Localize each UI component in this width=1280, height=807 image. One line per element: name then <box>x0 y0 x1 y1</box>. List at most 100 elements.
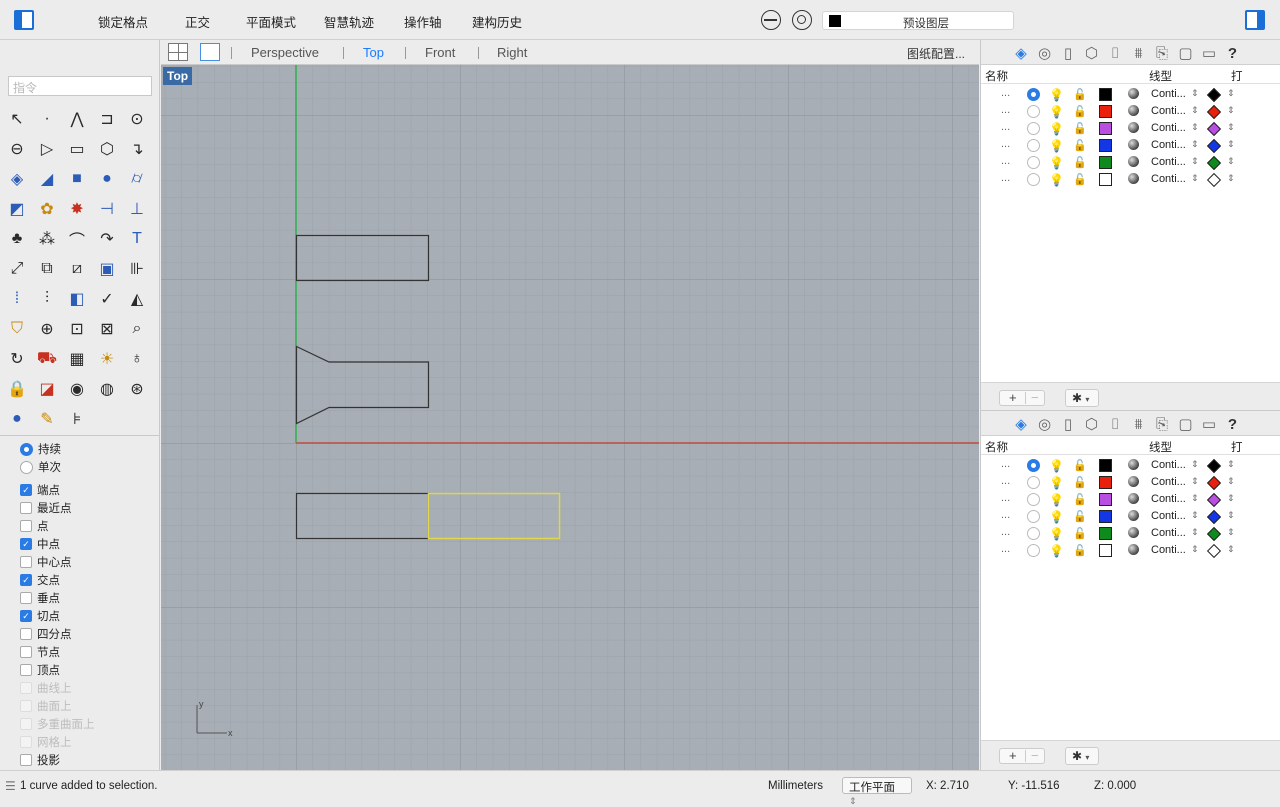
current-layer-radio[interactable] <box>1027 139 1040 152</box>
materials-icon[interactable]: ◎ <box>1035 414 1055 434</box>
chevron-updown-icon[interactable]: ⇕ <box>1227 156 1235 167</box>
camera-icon[interactable]: ⌷ <box>1105 43 1125 63</box>
visibility-bulb-icon[interactable]: 💡 <box>1049 88 1064 102</box>
pencil-tool-icon[interactable]: ✎ <box>34 406 60 432</box>
layer-name[interactable]: ... <box>1001 475 1010 487</box>
add-layer-icon[interactable]: + <box>1009 749 1017 762</box>
layer-row[interactable]: ... 💡 🔓 Conti... ⇕ ⇕ <box>981 458 1280 475</box>
current-layer-radio[interactable] <box>1027 156 1040 169</box>
light-tool-icon[interactable]: ☀ <box>94 346 120 372</box>
lock-icon[interactable]: 🔓 <box>1073 139 1087 152</box>
help-icon[interactable]: ? <box>1223 43 1243 63</box>
layer-row[interactable]: ... 💡 🔓 Conti... ⇕ ⇕ <box>981 138 1280 155</box>
car-icon[interactable]: ⛟ <box>34 346 60 372</box>
layer-row[interactable]: ... 💡 🔓 Conti... ⇕ ⇕ <box>981 104 1280 121</box>
print-color-swatch[interactable] <box>1206 87 1222 103</box>
sphere-tool-icon[interactable]: ● <box>94 166 120 192</box>
cap-tool-icon[interactable]: ◭ <box>124 286 150 312</box>
chevron-updown-icon[interactable]: ⇕ <box>1191 476 1199 487</box>
chevron-updown-icon[interactable]: ⇕ <box>1227 493 1235 504</box>
visibility-bulb-icon[interactable]: 💡 <box>1049 527 1064 541</box>
layer-color-swatch[interactable] <box>1099 88 1112 101</box>
materials-icon[interactable]: ◎ <box>1035 43 1055 63</box>
add-remove-layer-button[interactable]: + − <box>999 390 1045 406</box>
polygon-tool-icon[interactable]: ▷ <box>34 136 60 162</box>
osnap-mode-once[interactable]: 单次 <box>20 458 150 476</box>
add-remove-layer-button[interactable]: + − <box>999 748 1045 764</box>
layer-row[interactable]: ... 💡 🔓 Conti... ⇕ ⇕ <box>981 543 1280 560</box>
layer-linetype[interactable]: Conti... <box>1151 459 1186 471</box>
layer-row[interactable]: ... 💡 🔓 Conti... ⇕ ⇕ <box>981 492 1280 509</box>
render-tool-icon[interactable]: ⛉ <box>4 316 30 342</box>
chevron-updown-icon[interactable]: ⇕ <box>1227 173 1235 184</box>
mode-grid-snap[interactable]: 锁定格点 <box>98 12 148 31</box>
print-color-swatch[interactable] <box>1206 543 1222 559</box>
notes-icon[interactable]: ⎘ <box>1152 43 1172 63</box>
material-icon[interactable] <box>1128 122 1139 133</box>
help-icon[interactable]: ? <box>1223 414 1243 434</box>
osnap-icon[interactable] <box>761 10 781 30</box>
fillet-tool-icon[interactable]: ↴ <box>124 136 150 162</box>
analyze-tool-icon[interactable]: ◧ <box>64 286 90 312</box>
layer-linetype[interactable]: Conti... <box>1151 493 1186 505</box>
layer-linetype[interactable]: Conti... <box>1151 139 1186 151</box>
chevron-updown-icon[interactable]: ⇕ <box>1191 510 1199 521</box>
trim-tool-icon[interactable]: ⊥ <box>124 196 150 222</box>
column-header-print[interactable]: 打 <box>1231 68 1243 84</box>
column-header-name[interactable]: 名称 <box>985 439 1008 455</box>
chevron-updown-icon[interactable]: ⇕ <box>1191 88 1199 99</box>
current-layer-radio[interactable] <box>1027 122 1040 135</box>
chevron-updown-icon[interactable]: ⇕ <box>1227 122 1235 133</box>
chevron-updown-icon[interactable]: ⇕ <box>1191 544 1199 555</box>
layer-row[interactable]: ... 💡 🔓 Conti... ⇕ ⇕ <box>981 121 1280 138</box>
circle-tool-icon[interactable]: ⊙ <box>124 106 150 132</box>
shaded-sphere-icon[interactable]: ◍ <box>94 376 120 402</box>
command-input[interactable]: 指令 <box>8 76 152 96</box>
remove-layer-icon[interactable]: − <box>1031 749 1039 762</box>
layer-row[interactable]: ... 💡 🔓 Conti... ⇕ ⇕ <box>981 509 1280 526</box>
zoom-selected-icon[interactable]: ⌕ <box>124 316 150 342</box>
visibility-bulb-icon[interactable]: 💡 <box>1049 173 1064 187</box>
visibility-bulb-icon[interactable]: 💡 <box>1049 156 1064 170</box>
osnap-item[interactable]: 四分点 <box>20 625 150 643</box>
layer-color-swatch[interactable] <box>1099 476 1112 489</box>
bulb-tool-icon[interactable]: ♁ <box>124 346 150 372</box>
points-tool-icon[interactable]: ⁂ <box>34 226 60 252</box>
material-icon[interactable] <box>1128 105 1139 116</box>
layer-linetype[interactable]: Conti... <box>1151 527 1186 539</box>
layer-row[interactable]: ... 💡 🔓 Conti... ⇕ ⇕ <box>981 475 1280 492</box>
lock-tool-icon[interactable]: 🔒 <box>4 376 30 402</box>
cylinder-tool-icon[interactable]: ⌭ <box>124 166 150 192</box>
rectangle-tool-icon[interactable]: ▭ <box>64 136 90 162</box>
chevron-updown-icon[interactable]: ⇕ <box>1191 527 1199 538</box>
curve-tool-icon[interactable]: ⊐ <box>94 106 120 132</box>
layer-linetype[interactable]: Conti... <box>1151 156 1186 168</box>
column-header-linetype[interactable]: 线型 <box>1149 68 1172 84</box>
layers-icon[interactable]: ◈ <box>1011 414 1031 434</box>
layer-row[interactable]: ... 💡 🔓 Conti... ⇕ ⇕ <box>981 526 1280 543</box>
material-icon[interactable] <box>1128 459 1139 470</box>
surface-tool-icon[interactable]: ◈ <box>4 166 30 192</box>
osnap-item[interactable]: ✓ 中点 <box>20 535 150 553</box>
tab-right[interactable]: Right <box>497 45 527 60</box>
mirror-tool-icon[interactable]: ⧄ <box>64 256 90 282</box>
chevron-updown-icon[interactable]: ⇕ <box>1227 527 1235 538</box>
material-icon[interactable] <box>1128 493 1139 504</box>
grid-array-icon[interactable]: ⁞ <box>4 286 30 312</box>
mode-ortho[interactable]: 正交 <box>185 12 210 31</box>
texture-icon[interactable]: ⩩ <box>1129 43 1149 63</box>
frame-icon[interactable]: ▢ <box>1176 414 1196 434</box>
offset-curve-icon[interactable]: ⌒ <box>64 226 90 252</box>
layer-color-swatch[interactable] <box>1099 122 1112 135</box>
print-color-swatch[interactable] <box>1206 492 1222 508</box>
mode-history[interactable]: 建构历史 <box>472 12 522 31</box>
current-layer-radio[interactable] <box>1027 493 1040 506</box>
lock-icon[interactable]: 🔓 <box>1073 105 1087 118</box>
blend-curve-icon[interactable]: ↷ <box>94 226 120 252</box>
material-icon[interactable] <box>1128 88 1139 99</box>
layer-linetype[interactable]: Conti... <box>1151 122 1186 134</box>
print-color-swatch[interactable] <box>1206 104 1222 120</box>
layer-name[interactable]: ... <box>1001 104 1010 116</box>
split-tool-icon[interactable]: ⊣ <box>94 196 120 222</box>
gear-menu-button[interactable]: ✱ ▾ <box>1065 389 1099 407</box>
